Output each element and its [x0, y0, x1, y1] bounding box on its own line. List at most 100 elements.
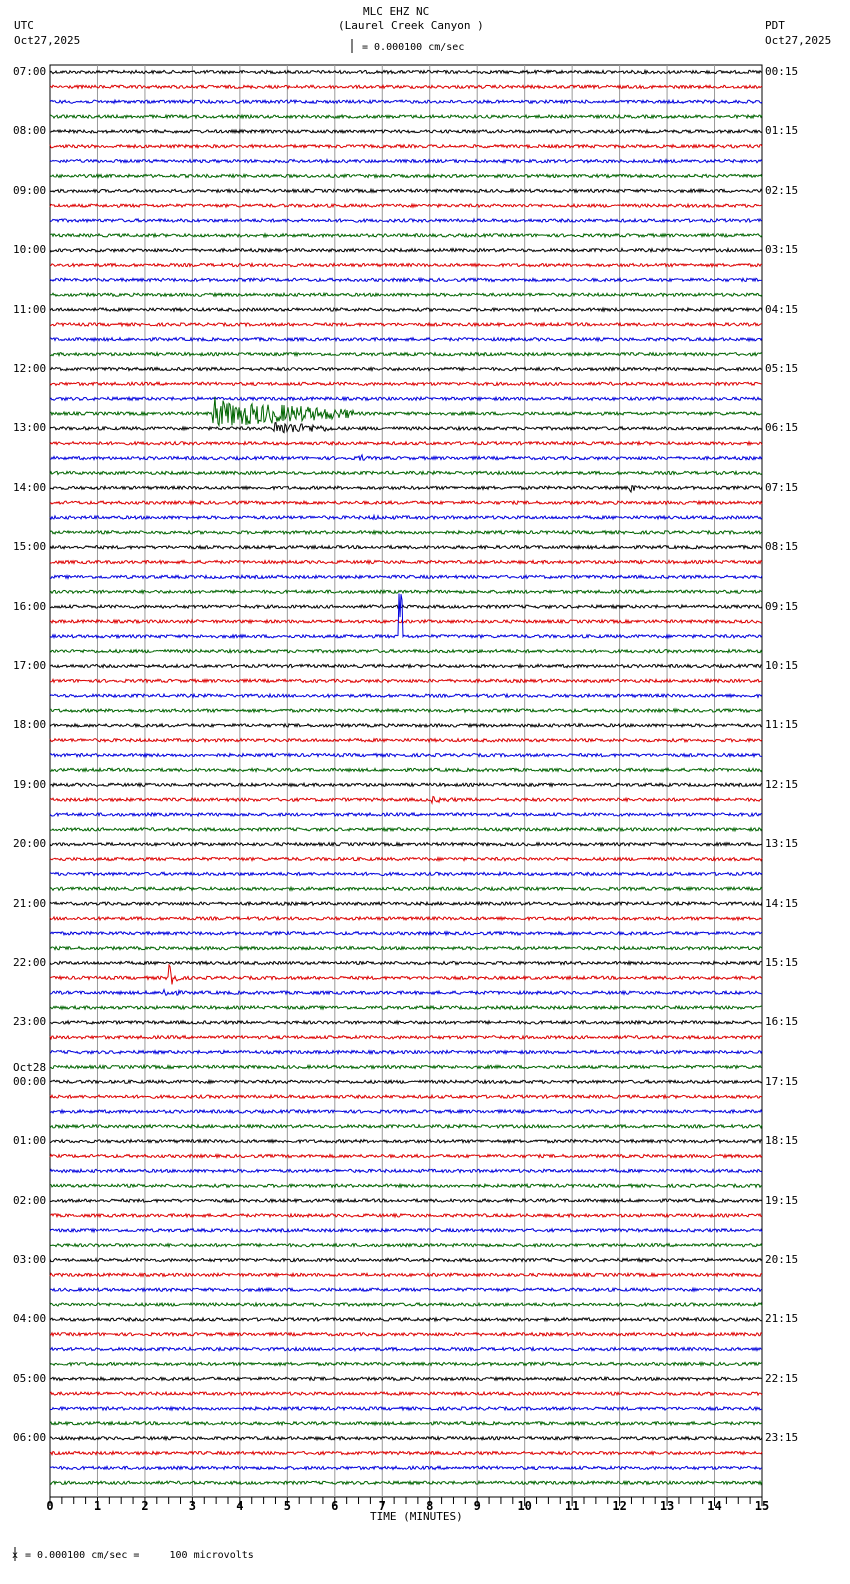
- trace-line: [49, 781, 763, 789]
- trace-line: [49, 930, 763, 937]
- utc-hour-label: 04:00: [13, 1312, 47, 1326]
- trace-line: [49, 588, 763, 595]
- utc-hour-label: 11:00: [13, 302, 47, 316]
- trace-line: [49, 396, 763, 428]
- trace-line: [49, 113, 763, 120]
- pdt-hour-label: 03:15: [765, 243, 799, 257]
- trace-line: [49, 1049, 763, 1056]
- trace-line: [49, 1152, 763, 1160]
- trace-line: [49, 1465, 763, 1471]
- pdt-hour-label: 15:15: [765, 956, 799, 969]
- trace-line: [49, 1257, 763, 1263]
- pdt-hour-label: 01:15: [765, 124, 799, 138]
- utc-hour-label: 06:00: [13, 1431, 47, 1445]
- x-tick-label: 14: [707, 1499, 721, 1513]
- trace-line: [49, 1242, 763, 1249]
- pdt-hour-label: 20:15: [765, 1253, 799, 1266]
- trace-line: [49, 336, 763, 343]
- utc-hour-label: 05:00: [13, 1371, 47, 1385]
- utc-hour-label: 03:00: [13, 1253, 47, 1266]
- trace-line: [49, 1301, 763, 1308]
- trace-line: [49, 499, 763, 506]
- x-tick-label: 5: [284, 1499, 291, 1513]
- trace-line: [49, 826, 763, 833]
- trace-line: [49, 440, 763, 447]
- x-tick-label: 2: [141, 1499, 148, 1513]
- x-tick-label: 3: [189, 1499, 196, 1513]
- trace-line: [49, 915, 763, 922]
- date-change-label: Oct28: [13, 1060, 47, 1074]
- trace-line: [49, 1450, 763, 1457]
- trace-line: [49, 544, 763, 551]
- utc-hour-label: 16:00: [13, 599, 47, 613]
- utc-hour-label: 09:00: [13, 183, 47, 197]
- utc-hour-label: 23:00: [13, 1015, 47, 1029]
- x-tick-label: 1: [94, 1499, 101, 1513]
- trace-line: [49, 1197, 763, 1204]
- trace-line: [50, 707, 763, 714]
- trace-line: [49, 1405, 762, 1412]
- utc-hour-label: 18:00: [13, 718, 47, 732]
- utc-hour-label: 00:00: [13, 1074, 47, 1088]
- trace-line: [49, 963, 763, 985]
- trace-line: [49, 366, 763, 373]
- pdt-hour-label: 21:15: [765, 1312, 799, 1326]
- x-tick-label: 13: [660, 1499, 674, 1513]
- trace-line: [49, 1390, 763, 1397]
- x-tick-label: 12: [612, 1499, 626, 1513]
- trace-line: [49, 395, 763, 402]
- trace-line: [49, 128, 763, 135]
- trace-line: [49, 1227, 763, 1234]
- trace-line: [49, 321, 763, 328]
- pdt-hour-label: 04:15: [765, 302, 799, 316]
- pdt-hour-label: 11:15: [765, 718, 799, 732]
- utc-hour-label: 19:00: [13, 777, 47, 791]
- trace-line: [49, 1212, 763, 1219]
- utc-hour-label: 08:00: [13, 124, 47, 138]
- pdt-hour-label: 16:15: [765, 1015, 799, 1029]
- trace-line: [49, 1034, 763, 1041]
- x-tick-label: 9: [474, 1499, 481, 1513]
- trace-line: [49, 1316, 763, 1323]
- trace-line: [49, 1108, 763, 1115]
- x-tick-label: 7: [379, 1499, 386, 1513]
- trace-line: [49, 306, 763, 313]
- pdt-hour-label: 07:15: [765, 480, 799, 494]
- pdt-hour-label: 22:15: [765, 1371, 799, 1385]
- trace-line: [49, 573, 763, 581]
- trace-line: [49, 737, 763, 744]
- trace-line: [49, 1375, 763, 1382]
- trace-line: [49, 558, 763, 566]
- trace-line: [49, 945, 763, 952]
- trace-line: [49, 157, 763, 165]
- trace-line: [49, 83, 763, 90]
- trace-line: [49, 795, 763, 806]
- utc-hour-label: 15:00: [13, 540, 47, 554]
- trace-line: [49, 618, 763, 625]
- trace-line: [49, 677, 763, 684]
- trace-line: [49, 529, 763, 536]
- trace-line: [49, 1004, 763, 1011]
- trace-line: [49, 172, 763, 180]
- trace-line: [49, 959, 763, 967]
- x-tick-label: 10: [517, 1499, 531, 1513]
- trace-line: [49, 1345, 763, 1353]
- trace-line: [49, 261, 763, 269]
- utc-hour-label: 12:00: [13, 362, 47, 375]
- trace-line: [49, 1271, 763, 1278]
- trace-line: [49, 647, 763, 655]
- trace-line: [49, 422, 763, 434]
- trace-line: [49, 1479, 763, 1486]
- trace-line: [49, 692, 763, 699]
- pdt-hour-label: 13:15: [765, 837, 799, 851]
- trace-line: [49, 593, 763, 640]
- x-tick-label: 4: [236, 1499, 243, 1513]
- trace-line: [49, 1138, 763, 1145]
- trace-line: [49, 143, 763, 150]
- trace-line: [49, 841, 763, 848]
- pdt-hour-label: 12:15: [765, 777, 799, 791]
- trace-line: [49, 98, 763, 105]
- pdt-hour-label: 18:15: [765, 1134, 799, 1148]
- trace-line: [49, 380, 762, 387]
- trace-line: [49, 1331, 763, 1338]
